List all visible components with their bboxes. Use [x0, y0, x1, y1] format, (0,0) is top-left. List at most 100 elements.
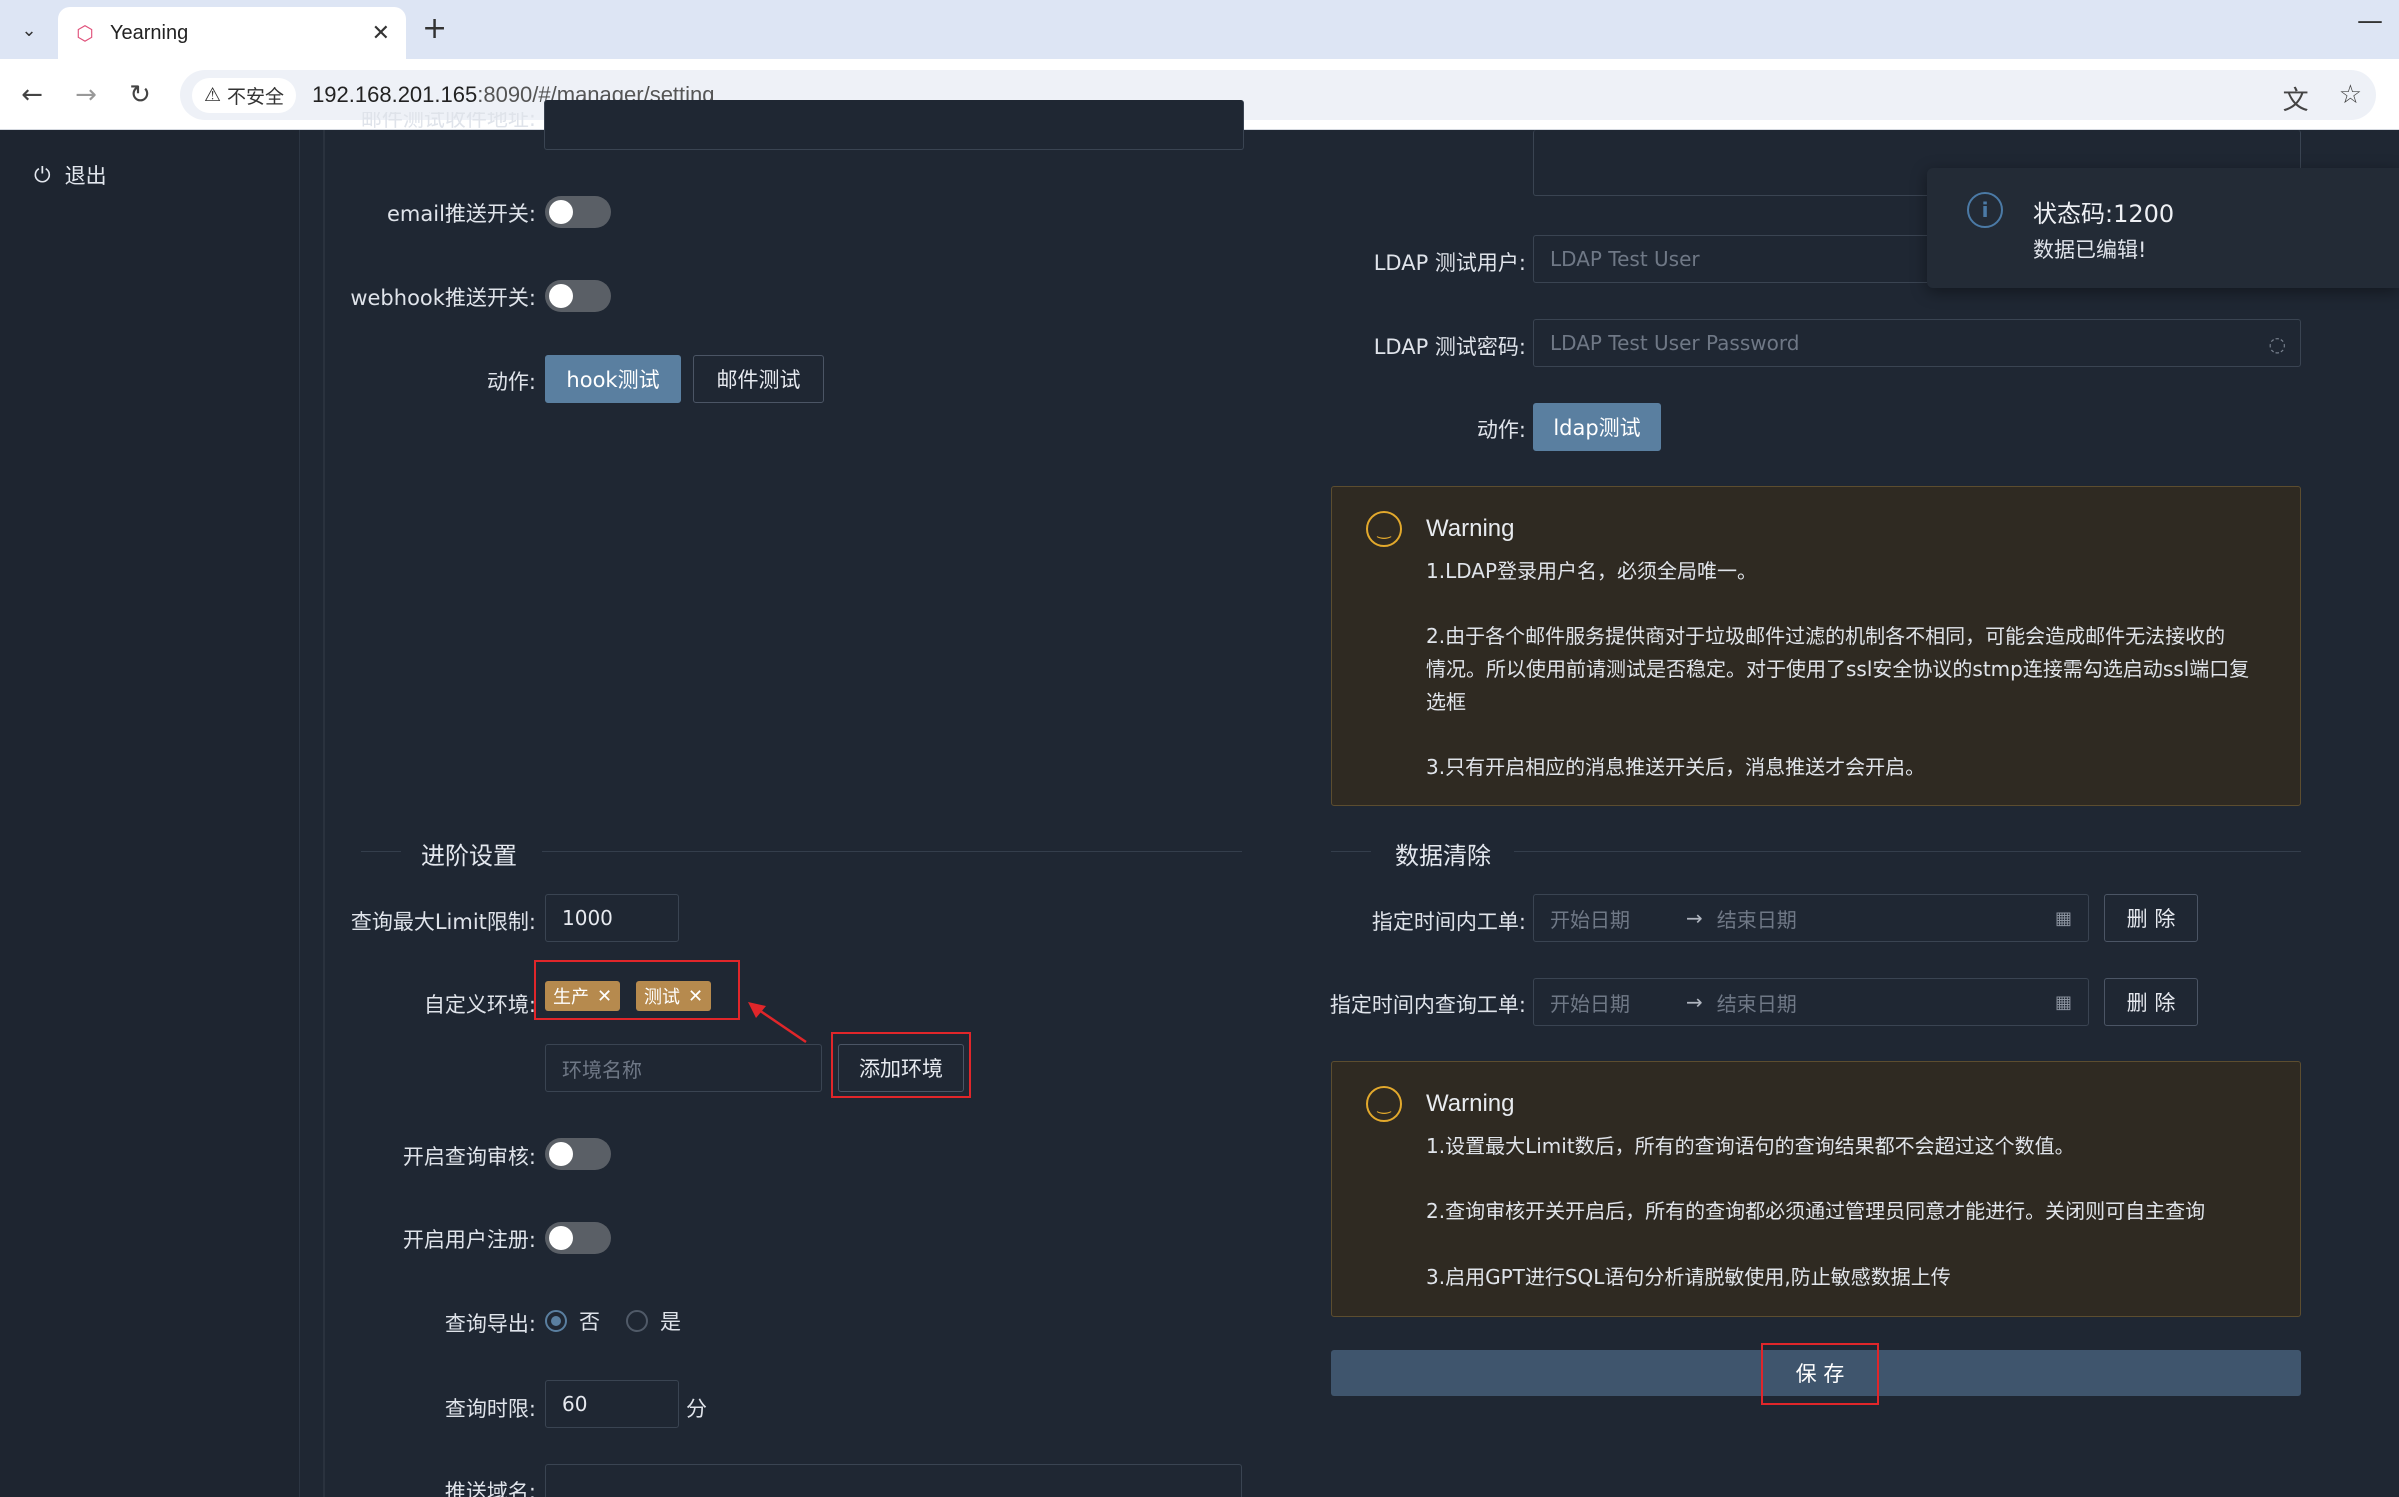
- logout-menu-item[interactable]: ⏻ 退出: [34, 160, 107, 190]
- url-host: 192.168.201.165: [312, 82, 478, 107]
- ldap-password-input[interactable]: LDAP Test User Password ◌: [1533, 319, 2301, 367]
- env-tag: 测试 ✕: [636, 981, 712, 1011]
- save-button[interactable]: 保 存: [1768, 1350, 1872, 1396]
- limit-input[interactable]: 1000: [545, 894, 679, 942]
- calendar-icon: ▦: [2054, 991, 2072, 1013]
- logout-icon: ⏻: [34, 162, 51, 187]
- range-arrow-icon: →: [1686, 906, 1703, 930]
- back-arrow-icon[interactable]: ←: [14, 77, 50, 113]
- email-push-toggle[interactable]: [545, 196, 611, 228]
- limit-warning-alert: ‿ Warning 1.设置最大Limit数后，所有的查询语句的查询结果都不会超…: [1331, 1061, 2301, 1317]
- query-timeout-input[interactable]: 60: [545, 1380, 679, 1428]
- data-clean-divider-right: [1514, 851, 2301, 852]
- smile-icon: ‿: [1366, 1086, 1402, 1122]
- user-register-label: 开启用户注册:: [402, 1228, 536, 1252]
- hook-test-button[interactable]: hook测试: [545, 355, 681, 403]
- sidebar: ⏻ 退出: [0, 130, 300, 1497]
- query-date-range-picker[interactable]: 开始日期 → 结束日期 ▦: [1533, 978, 2089, 1026]
- ldap-warning-alert: ‿ Warning 1.LDAP登录用户名，必须全局唯一。 2.由于各个邮件服务…: [1331, 486, 2301, 806]
- start-date-placeholder: 开始日期: [1550, 907, 1630, 932]
- site-info-chip[interactable]: ⚠ 不安全: [192, 77, 297, 113]
- ldap-user-label: LDAP 测试用户:: [1373, 251, 1526, 275]
- warning-title: Warning: [1426, 515, 1515, 542]
- warning-line: 选框: [1426, 690, 1466, 714]
- radio-checked-icon: [545, 1310, 567, 1332]
- tab-title: Yearning: [110, 21, 189, 44]
- new-tab-plus-icon[interactable]: +: [422, 12, 447, 46]
- tag-close-icon[interactable]: ✕: [597, 986, 612, 1007]
- query-audit-toggle[interactable]: [545, 1138, 611, 1170]
- yearning-favicon-icon: ⬡: [76, 21, 94, 45]
- advanced-settings-title: 进阶设置: [421, 842, 517, 870]
- advanced-divider-left: [361, 851, 401, 852]
- info-icon: i: [1967, 192, 2003, 228]
- ldap-pwd-label: LDAP 测试密码:: [1373, 335, 1526, 359]
- query-timeout-label: 查询时限:: [444, 1397, 536, 1421]
- mail-address-label: 邮件测试收件地址:: [360, 112, 536, 131]
- insecure-label: 不安全: [227, 85, 285, 108]
- query-export-label: 查询导出:: [444, 1312, 536, 1336]
- status-notification: i 状态码:1200 数据已编辑!: [1927, 168, 2399, 288]
- tag-close-icon[interactable]: ✕: [688, 986, 703, 1007]
- push-domain-label: 推送域名:: [444, 1480, 536, 1497]
- data-clean-title: 数据清除: [1395, 842, 1491, 870]
- logout-label: 退出: [64, 164, 107, 188]
- query-audit-label: 开启查询审核:: [402, 1145, 536, 1169]
- end-date-placeholder: 结束日期: [1716, 991, 1797, 1016]
- webhook-switch-label: webhook推送开关:: [350, 286, 536, 310]
- notification-title: 状态码:1200: [2033, 200, 2175, 228]
- order-date-range-picker[interactable]: 开始日期 → 结束日期 ▦: [1533, 894, 2089, 942]
- tab-list-chevron-icon[interactable]: ⌄: [12, 13, 46, 47]
- end-date-placeholder: 结束日期: [1716, 907, 1797, 932]
- export-yes-radio[interactable]: 是: [626, 1306, 681, 1336]
- mail-test-button[interactable]: 邮件测试: [693, 355, 824, 403]
- browser-tab[interactable]: ⬡ Yearning ✕: [58, 7, 406, 59]
- delete-queries-button[interactable]: 删 除: [2104, 978, 2198, 1026]
- bookmark-star-icon[interactable]: ☆: [2339, 80, 2362, 117]
- add-env-button[interactable]: 添加环境: [838, 1044, 964, 1092]
- mail-address-input[interactable]: [544, 100, 1244, 150]
- webhook-push-toggle[interactable]: [545, 280, 611, 312]
- export-no-label: 否: [579, 1310, 600, 1334]
- eye-hidden-icon[interactable]: ◌: [2269, 332, 2286, 356]
- env-tag-label: 测试: [644, 987, 680, 1008]
- env-tag-label: 生产: [553, 987, 589, 1008]
- export-yes-label: 是: [660, 1310, 681, 1334]
- calendar-icon: ▦: [2054, 907, 2072, 929]
- ldap-test-button[interactable]: ldap测试: [1533, 403, 1661, 451]
- order-range-label: 指定时间内工单:: [1371, 910, 1526, 934]
- email-switch-label: email推送开关:: [387, 202, 536, 226]
- query-timeout-unit: 分: [686, 1397, 707, 1421]
- advanced-divider-right: [542, 851, 1242, 852]
- data-clean-divider-left: [1331, 851, 1371, 852]
- warning-line: 3.启用GPT进行SQL语句分析请脱敏使用,防止敏感数据上传: [1426, 1265, 1951, 1289]
- env-tag: 生产 ✕: [545, 981, 621, 1011]
- limit-label: 查询最大Limit限制:: [350, 910, 536, 934]
- warning-line: 3.只有开启相应的消息推送开关后，消息推送才会开启。: [1426, 755, 1926, 779]
- content-divider: [323, 130, 325, 1497]
- env-name-input[interactable]: 环境名称: [545, 1044, 822, 1092]
- right-action-label: 动作:: [1476, 418, 1526, 442]
- left-action-label: 动作:: [486, 370, 536, 394]
- query-range-label: 指定时间内查询工单:: [1329, 993, 1526, 1017]
- forward-arrow-icon[interactable]: →: [68, 77, 104, 113]
- annotation-arrow-icon: [748, 1002, 807, 1044]
- tab-close-icon[interactable]: ✕: [372, 21, 390, 46]
- window-minimize-icon[interactable]: —: [2357, 6, 2383, 36]
- start-date-placeholder: 开始日期: [1550, 991, 1630, 1016]
- warning-line: 2.由于各个邮件服务提供商对于垃圾邮件过滤的机制各不相同，可能会造成邮件无法接收…: [1426, 624, 2226, 648]
- translate-icon[interactable]: 文: [2283, 80, 2309, 117]
- radio-unchecked-icon: [626, 1310, 648, 1332]
- warning-line: 1.设置最大Limit数后，所有的查询语句的查询结果都不会超过这个数值。: [1426, 1134, 2075, 1158]
- user-register-toggle[interactable]: [545, 1222, 611, 1254]
- export-no-radio[interactable]: 否: [545, 1306, 600, 1336]
- range-arrow-icon: →: [1686, 990, 1703, 1014]
- push-domain-input[interactable]: [545, 1464, 1242, 1497]
- delete-orders-button[interactable]: 删 除: [2104, 894, 2198, 942]
- warning-line: 情况。所以使用前请测试是否稳定。对于使用了ssl安全协议的stmp连接需勾选启动…: [1426, 657, 2250, 681]
- warning-title: Warning: [1426, 1090, 1515, 1117]
- reload-icon[interactable]: ↻: [122, 77, 158, 113]
- notification-description: 数据已编辑!: [2033, 238, 2147, 262]
- warning-line: 1.LDAP登录用户名，必须全局唯一。: [1426, 559, 1758, 583]
- warning-triangle-icon: ⚠: [204, 84, 222, 106]
